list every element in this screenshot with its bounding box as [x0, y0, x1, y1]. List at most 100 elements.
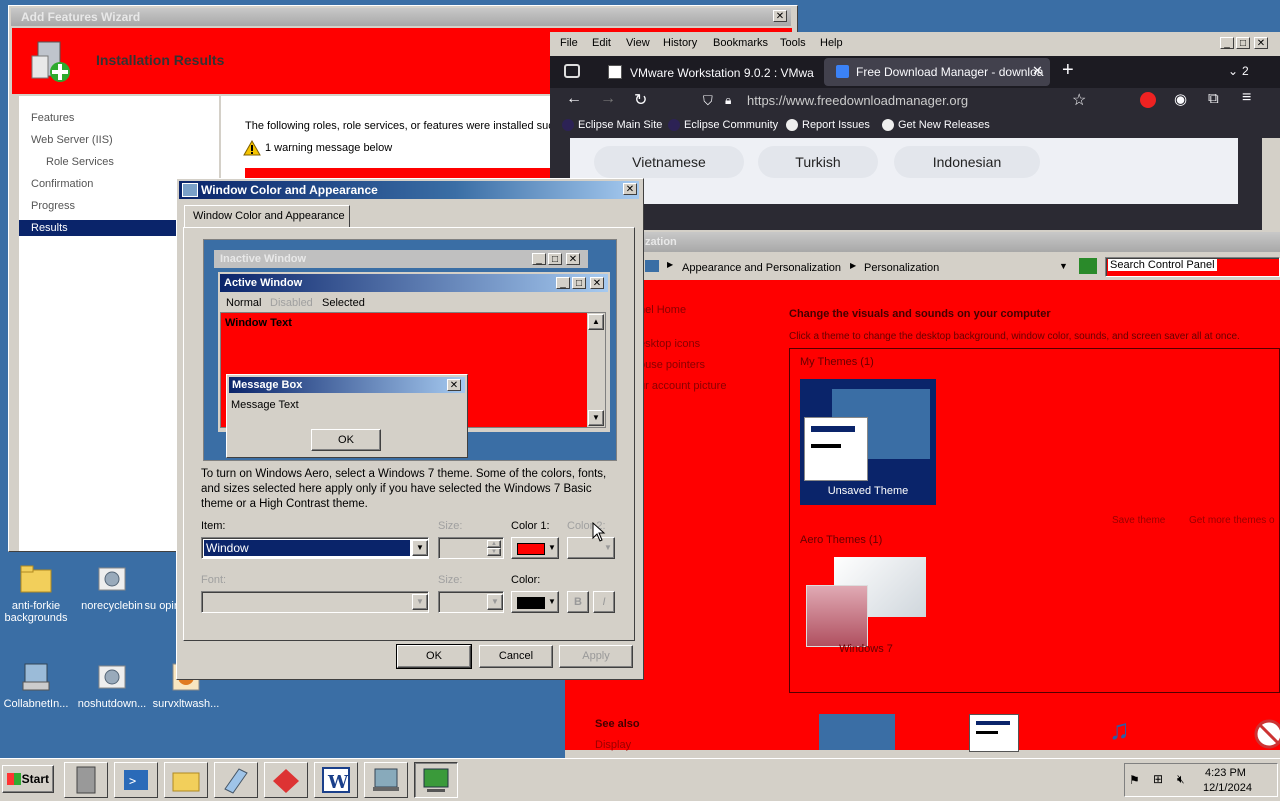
app-red-icon[interactable] — [264, 762, 308, 798]
breadcrumb-appearance[interactable]: Appearance and Personalization — [682, 262, 841, 274]
bookmark-star-icon[interactable]: ☆ — [1072, 90, 1086, 110]
item-select[interactable]: Window ▼ — [201, 537, 429, 559]
screen-saver-icon[interactable] — [1247, 714, 1280, 750]
desktop-icon-collabnet[interactable]: CollabnetIn... — [0, 660, 78, 710]
start-button[interactable]: Start — [2, 765, 54, 793]
save-theme-link[interactable]: Save theme — [1112, 515, 1165, 526]
cp-title-bar[interactable]: zation — [565, 232, 1280, 252]
wizard-close-button[interactable]: ✕ — [773, 10, 787, 22]
menu-view[interactable]: View — [626, 37, 650, 49]
tab-window-color[interactable]: Window Color and Appearance — [184, 205, 350, 228]
tab-close-icon[interactable]: ✕ — [1032, 63, 1043, 79]
active-window-title[interactable]: Active Window _ □ ✕ — [220, 274, 608, 292]
inactive-window-title[interactable]: Inactive Window _ □ ✕ — [214, 250, 588, 268]
maximize-icon[interactable]: □ — [1236, 37, 1250, 49]
tab-list-chevron-icon[interactable]: ⌄ — [1228, 64, 1238, 78]
tab-vmware[interactable]: VMware Workstation 9.0.2 : VMwa — [606, 62, 816, 84]
size-spinner[interactable]: ▲ ▼ — [438, 537, 504, 559]
language-vietnamese[interactable]: Vietnamese — [594, 146, 744, 178]
clock-date[interactable]: 12/1/2024 — [1203, 782, 1252, 794]
account-icon[interactable]: ◉ — [1174, 90, 1187, 108]
search-control-panel-input[interactable]: Search Control Panel — [1105, 257, 1280, 277]
tab-overview-icon[interactable] — [564, 64, 580, 78]
address-dropdown-icon[interactable]: ▼ — [1059, 261, 1068, 271]
extensions-puzzle-icon[interactable]: ⧉ — [1208, 90, 1219, 107]
network-tray-icon[interactable]: ⊞ — [1153, 772, 1163, 786]
desktop-icon-anti-forkie[interactable]: anti-forkie backgrounds — [0, 562, 78, 624]
powershell-icon[interactable]: > — [114, 762, 158, 798]
server-manager-icon[interactable] — [64, 762, 108, 798]
minimize-icon[interactable]: _ — [1220, 37, 1234, 49]
refresh-icon[interactable] — [1079, 258, 1097, 274]
desktop-background-icon[interactable] — [819, 714, 895, 750]
account-picture-link[interactable]: ur account picture — [639, 380, 726, 392]
dialog-title-bar[interactable]: Window Color and Appearance — [179, 181, 639, 199]
font-size-select[interactable]: ▼ — [438, 591, 504, 613]
language-indonesian[interactable]: Indonesian — [894, 146, 1040, 178]
display-link[interactable]: Display — [595, 739, 631, 751]
new-tab-icon[interactable]: + — [1062, 59, 1074, 82]
tab-fdm-active[interactable]: Free Download Manager - downloa ✕ — [824, 58, 1050, 86]
network-icon[interactable] — [364, 762, 408, 798]
bookmark-eclipse-community[interactable]: Eclipse Community — [668, 119, 778, 132]
volume-muted-icon[interactable]: 🔇︎ — [1177, 772, 1185, 787]
bold-button[interactable]: B — [567, 591, 589, 613]
bookmark-get-new-releases[interactable]: Get New Releases — [882, 119, 990, 132]
font-select[interactable]: ▼ — [201, 591, 429, 613]
breadcrumb-personalization[interactable]: Personalization — [864, 262, 939, 274]
language-turkish[interactable]: Turkish — [758, 146, 878, 178]
chevron-down-icon[interactable]: ▼ — [412, 540, 428, 556]
menu-file[interactable]: File — [560, 37, 578, 49]
menu-edit[interactable]: Edit — [592, 37, 611, 49]
url-bar[interactable]: ⛉ 🔒︎ https://www.freedownloadmanager.org — [695, 89, 1095, 113]
step-role-services[interactable]: Role Services — [46, 156, 114, 168]
spin-down-icon[interactable]: ▼ — [487, 548, 501, 556]
menu-help[interactable]: Help — [820, 37, 843, 49]
dialog-close-button[interactable]: ✕ — [623, 183, 637, 195]
display-settings-icon[interactable] — [414, 762, 458, 798]
desktop-icon-su-opin[interactable]: su opin — [140, 562, 180, 612]
ok-button[interactable]: OK — [396, 644, 472, 669]
preview-scrollbar[interactable]: ▲ ▼ — [587, 313, 605, 427]
word-icon[interactable]: W — [314, 762, 358, 798]
menu-bookmarks[interactable]: Bookmarks — [713, 37, 768, 49]
menu-selected[interactable]: Selected — [322, 297, 365, 309]
sounds-icon[interactable]: ♫ — [1109, 714, 1159, 750]
color1-picker[interactable]: ▼ — [511, 537, 559, 559]
step-features[interactable]: Features — [31, 112, 74, 124]
extension-icon[interactable] — [1140, 92, 1156, 108]
close-icon[interactable]: ✕ — [1254, 37, 1268, 49]
explorer-folder-icon[interactable] — [164, 762, 208, 798]
hamburger-menu-icon[interactable]: ≡ — [1242, 89, 1251, 107]
reload-icon[interactable]: ↻ — [634, 90, 647, 110]
step-web-server[interactable]: Web Server (IIS) — [31, 134, 113, 146]
cancel-button[interactable]: Cancel — [479, 645, 553, 668]
spin-up-icon[interactable]: ▲ — [487, 540, 501, 548]
cp-home-link[interactable]: nel Home — [639, 304, 686, 316]
chevron-down-icon[interactable]: ▼ — [412, 594, 428, 610]
step-confirmation[interactable]: Confirmation — [31, 178, 93, 190]
get-more-themes-link[interactable]: Get more themes o — [1189, 515, 1275, 526]
wizard-title-bar[interactable]: Add Features Wizard — [11, 8, 791, 26]
back-icon[interactable]: ← — [566, 90, 582, 108]
bookmark-eclipse-main[interactable]: Eclipse Main Site — [562, 119, 662, 132]
flag-icon[interactable]: ⚑ — [1129, 773, 1140, 787]
chevron-down-icon[interactable]: ▼ — [487, 594, 503, 610]
forward-icon[interactable]: → — [600, 90, 616, 108]
notepad-icon[interactable] — [214, 762, 258, 798]
menu-normal[interactable]: Normal — [226, 297, 261, 309]
message-box-title[interactable]: Message Box ✕ — [229, 377, 465, 393]
apply-button[interactable]: Apply — [559, 645, 633, 668]
step-progress[interactable]: Progress — [31, 200, 75, 212]
menu-history[interactable]: History — [663, 37, 697, 49]
clock-time[interactable]: 4:23 PM — [1205, 767, 1246, 779]
bookmark-report-issues[interactable]: Report Issues — [786, 119, 870, 132]
color2-picker[interactable]: ▼ — [567, 537, 615, 559]
font-color-picker[interactable]: ▼ — [511, 591, 559, 613]
step-results-highlight[interactable]: Results — [19, 220, 179, 236]
windows7-theme-tile[interactable]: Windows 7 — [804, 557, 928, 657]
italic-button[interactable]: I — [593, 591, 615, 613]
desktop-icons-link[interactable]: esktop icons — [639, 338, 700, 350]
desktop-icon-noshutdown[interactable]: noshutdown... — [70, 660, 154, 710]
mouse-pointers-link[interactable]: ouse pointers — [639, 359, 705, 371]
